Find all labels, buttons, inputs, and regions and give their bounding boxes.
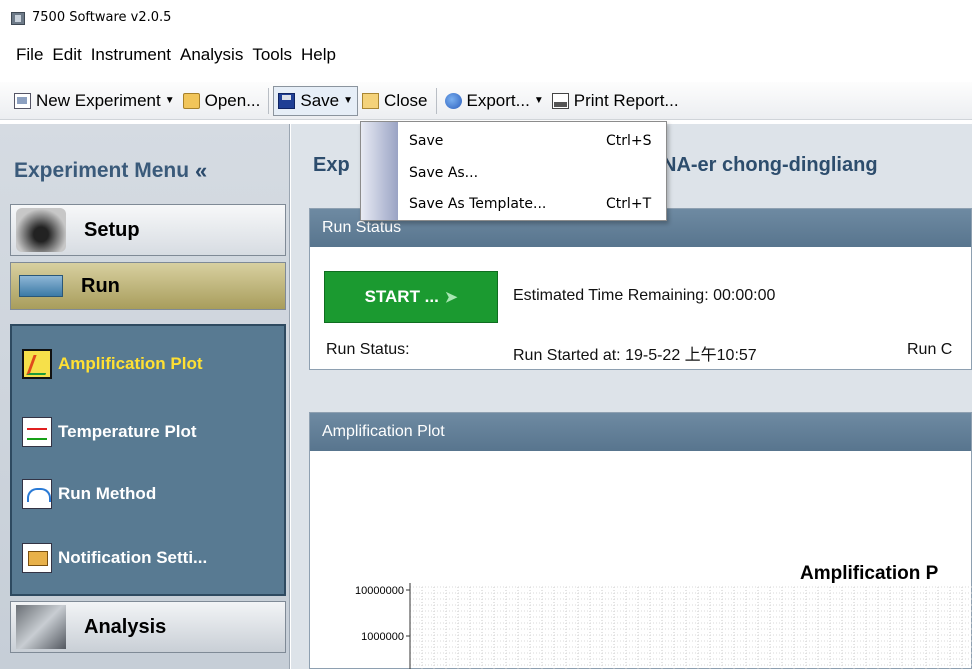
experiment-menu-sidebar: Experiment Menu « Setup Run Amplificatio… bbox=[0, 124, 290, 669]
estimated-time-remaining: Estimated Time Remaining: 00:00:00 bbox=[513, 287, 776, 304]
new-experiment-icon bbox=[14, 92, 31, 109]
y-tick-label: 10000000 bbox=[355, 585, 404, 597]
menu-item-label: Save As... bbox=[409, 165, 479, 181]
menu-help[interactable]: Help bbox=[300, 43, 337, 67]
save-dropdown-menu: Save Ctrl+S Save As... Save As Template.… bbox=[360, 121, 667, 221]
print-report-button[interactable]: Print Report... bbox=[548, 86, 683, 116]
setup-label: Setup bbox=[84, 218, 140, 241]
chart-title: Amplification P bbox=[800, 563, 939, 584]
setup-section-button[interactable]: Setup bbox=[10, 204, 286, 256]
export-label: Export... bbox=[466, 90, 530, 110]
save-dropdown-arrow[interactable]: ▼ bbox=[343, 95, 353, 106]
chart-y-ticks: 10000000 1000000 bbox=[355, 585, 410, 643]
analysis-chart-icon bbox=[16, 605, 66, 649]
experiment-title: Exp NA-er chong-dingliang bbox=[313, 154, 878, 177]
menu-file[interactable]: File bbox=[15, 43, 44, 67]
title-bar: 7500 Software v2.0.5 bbox=[0, 0, 972, 38]
menu-edit[interactable]: Edit bbox=[51, 43, 82, 67]
close-button[interactable]: Close bbox=[358, 86, 431, 116]
new-experiment-button[interactable]: New Experiment ▼ bbox=[10, 86, 179, 116]
open-label: Open... bbox=[204, 90, 261, 110]
sidebar-item-run-method[interactable]: Run Method bbox=[22, 476, 156, 512]
analysis-section-button[interactable]: Analysis bbox=[10, 601, 286, 653]
chart-grid bbox=[409, 583, 972, 669]
menu-bar: File Edit Instrument Analysis Tools Help bbox=[0, 40, 972, 70]
sidebar-item-label: Amplification Plot bbox=[58, 354, 203, 373]
menu-item-label: Save As Template... bbox=[409, 196, 547, 212]
run-status-label: Run Status: bbox=[326, 341, 410, 358]
app-icon bbox=[11, 12, 25, 25]
amplification-chart: 10000000 1000000 bbox=[355, 583, 972, 669]
save-button[interactable]: Save ▼ bbox=[273, 85, 359, 116]
close-label: Close bbox=[384, 90, 428, 110]
double-chevron-icon: ➤ bbox=[444, 289, 458, 306]
run-submenu-panel: Amplification Plot Temperature Plot Run … bbox=[10, 324, 286, 596]
sidebar-item-label: Run Method bbox=[58, 484, 157, 503]
amplification-plot-icon bbox=[22, 349, 52, 379]
run-c-truncated-text: Run C bbox=[907, 341, 953, 358]
temperature-plot-icon bbox=[22, 417, 52, 447]
menu-tools[interactable]: Tools bbox=[251, 43, 293, 67]
run-plate-icon bbox=[19, 275, 63, 297]
start-run-button[interactable]: START ... ➤ bbox=[324, 271, 498, 323]
toolbar-separator bbox=[268, 87, 270, 114]
new-experiment-dropdown-arrow[interactable]: ▼ bbox=[165, 95, 175, 106]
run-label: Run bbox=[81, 274, 120, 297]
amplification-plot-header: Amplification Plot bbox=[310, 413, 971, 451]
open-button[interactable]: Open... bbox=[179, 86, 265, 116]
sidebar-item-amplification-plot[interactable]: Amplification Plot bbox=[22, 346, 203, 382]
export-globe-icon bbox=[444, 92, 462, 109]
experiment-title-prefix: Exp bbox=[313, 154, 350, 176]
sidebar-item-temperature-plot[interactable]: Temperature Plot bbox=[22, 414, 197, 450]
close-folder-icon bbox=[362, 92, 380, 109]
run-section-button[interactable]: Run bbox=[10, 262, 286, 310]
menu-item-save[interactable]: Save Ctrl+S bbox=[409, 129, 659, 153]
y-tick-label: 1000000 bbox=[361, 631, 404, 643]
experiment-menu-header: Experiment Menu « bbox=[0, 146, 290, 196]
print-report-label: Print Report... bbox=[573, 90, 679, 110]
analysis-label: Analysis bbox=[84, 615, 167, 638]
notification-settings-icon bbox=[22, 543, 52, 573]
experiment-menu-title: Experiment Menu bbox=[14, 159, 190, 182]
menu-item-shortcut: Ctrl+T bbox=[606, 196, 652, 212]
menu-instrument[interactable]: Instrument bbox=[90, 43, 172, 67]
sidebar-item-label: Notification Setti... bbox=[58, 548, 208, 567]
save-disk-icon bbox=[278, 92, 296, 109]
sidebar-item-notification-settings[interactable]: Notification Setti... bbox=[22, 540, 207, 576]
toolbar: New Experiment ▼ Open... Save ▼ Close Ex… bbox=[0, 82, 972, 120]
toolbar-separator bbox=[435, 87, 437, 114]
window-title: 7500 Software v2.0.5 bbox=[32, 10, 172, 25]
collapse-sidebar-icon[interactable]: « bbox=[195, 158, 207, 184]
new-experiment-label: New Experiment bbox=[36, 90, 161, 110]
setup-instrument-icon bbox=[16, 208, 66, 252]
run-method-icon bbox=[22, 479, 52, 509]
run-started-text: Run Started at: 19-5-22 上午10:57 bbox=[513, 347, 757, 364]
amplification-plot-panel: Amplification Plot Amplification P 10000… bbox=[309, 412, 972, 669]
menu-item-label: Save bbox=[409, 133, 444, 149]
menu-icon-strip bbox=[361, 122, 398, 220]
save-label: Save bbox=[300, 90, 340, 110]
experiment-title-suffix: NA-er chong-dingliang bbox=[662, 154, 878, 176]
export-dropdown-arrow[interactable]: ▼ bbox=[534, 95, 544, 106]
start-run-label: START ... bbox=[364, 287, 439, 306]
menu-item-save-as[interactable]: Save As... bbox=[409, 161, 659, 185]
export-button[interactable]: Export... ▼ bbox=[441, 86, 548, 116]
open-folder-icon bbox=[182, 92, 200, 109]
menu-item-shortcut: Ctrl+S bbox=[606, 133, 652, 149]
menu-item-save-as-template[interactable]: Save As Template... Ctrl+T bbox=[409, 192, 659, 216]
printer-icon bbox=[551, 92, 569, 109]
run-status-panel: Run Status START ... ➤ Estimated Time Re… bbox=[309, 208, 972, 370]
menu-analysis[interactable]: Analysis bbox=[179, 43, 244, 67]
sidebar-item-label: Temperature Plot bbox=[58, 422, 197, 441]
